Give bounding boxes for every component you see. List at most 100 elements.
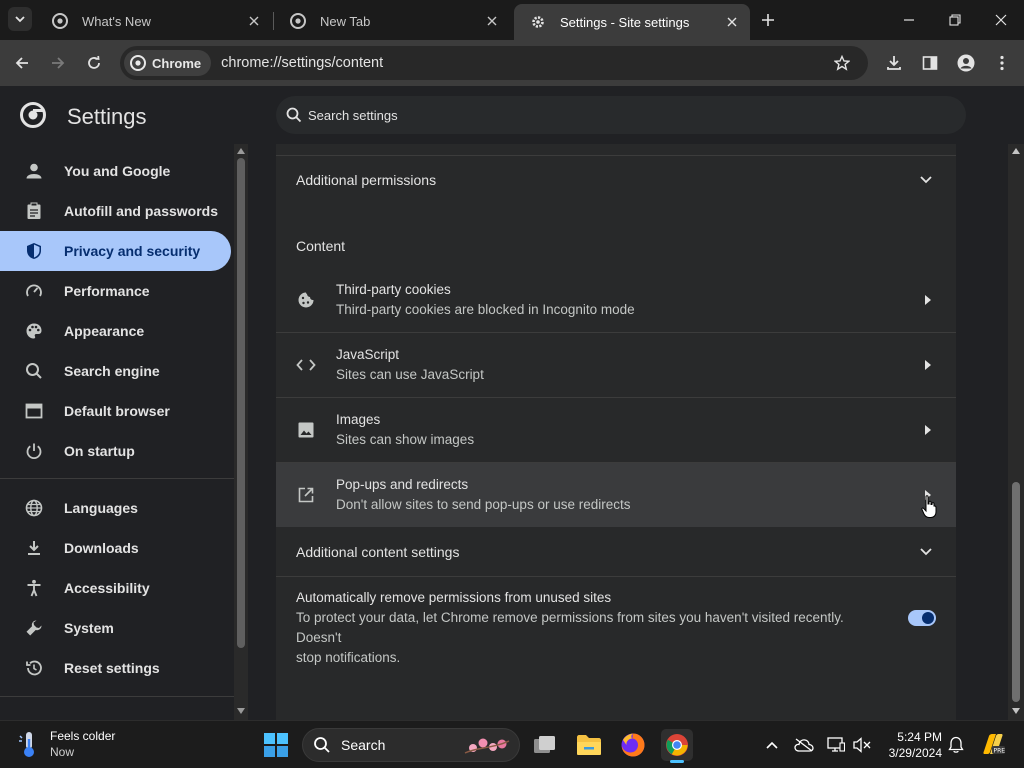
sidebar-item-performance[interactable]: Performance <box>0 271 231 311</box>
profile-button[interactable] <box>954 51 978 75</box>
sidebar-item-appearance[interactable]: Appearance <box>0 311 231 351</box>
close-tab-button[interactable] <box>244 11 264 31</box>
content-heading-row: Content <box>276 230 956 262</box>
display-tray-button[interactable] <box>826 735 846 755</box>
volume-tray-button[interactable] <box>853 735 873 755</box>
settings-sidebar: You and Google Autofill and passwords Pr… <box>0 144 234 720</box>
item-description: Sites can show images <box>336 432 475 447</box>
taskbar-search-label: Search <box>341 737 386 753</box>
sidebar-item-label: System <box>64 620 114 636</box>
chrome-logo-icon <box>290 13 306 29</box>
address-text: chrome://settings/content <box>221 55 384 71</box>
sidebar-item-system[interactable]: System <box>0 608 231 648</box>
tab-strip: What's New New Tab Settings - Site setti… <box>0 0 1024 40</box>
windows-start-button[interactable] <box>264 733 288 757</box>
firefox-button[interactable] <box>617 729 649 761</box>
task-view-icon <box>534 736 555 753</box>
sidebar-item-reset[interactable]: Reset settings <box>0 648 231 688</box>
sidebar-scrollbar[interactable] <box>234 144 248 720</box>
tab-settings[interactable]: Settings - Site settings <box>514 4 750 40</box>
additional-content-settings-row[interactable]: Additional content settings <box>276 528 956 576</box>
clipboard-icon <box>24 201 44 221</box>
weather-widget[interactable]: Feels colder Now <box>18 728 115 760</box>
close-icon <box>487 16 497 26</box>
minimize-button[interactable] <box>886 0 932 40</box>
show-hidden-icons-button[interactable] <box>762 735 782 755</box>
setting-description-line: stop notifications. <box>296 650 401 665</box>
new-tab-button[interactable] <box>757 9 779 31</box>
tab-title: New Tab <box>320 13 371 29</box>
chevron-down-icon <box>918 544 934 560</box>
file-explorer-button[interactable] <box>573 729 605 761</box>
search-input[interactable] <box>308 107 908 123</box>
side-panel-button[interactable] <box>918 51 942 75</box>
arrow-right-icon <box>922 359 934 371</box>
close-icon <box>995 14 1007 26</box>
sidebar-item-privacy[interactable]: Privacy and security <box>0 231 231 271</box>
close-tab-button[interactable] <box>722 12 742 32</box>
section-heading: Content <box>296 238 346 254</box>
onedrive-tray-button[interactable] <box>794 735 814 755</box>
cookie-icon <box>296 290 316 310</box>
system-clock[interactable]: 5:24 PM 3/29/2024 <box>880 729 942 761</box>
restore-button[interactable] <box>932 0 978 40</box>
main-scrollbar[interactable] <box>1008 144 1024 720</box>
close-window-button[interactable] <box>978 0 1024 40</box>
tab-new-tab[interactable]: New Tab <box>274 4 510 38</box>
omnibox[interactable]: Chrome chrome://settings/content <box>120 46 868 80</box>
active-app-indicator <box>670 760 684 763</box>
third-party-cookies-row[interactable]: Third-party cookies Third-party cookies … <box>276 268 956 332</box>
folder-icon <box>577 735 601 755</box>
minimize-icon <box>904 19 914 21</box>
site-info-chip[interactable]: Chrome <box>124 50 212 76</box>
sidebar-item-label: Accessibility <box>64 580 150 596</box>
close-icon <box>727 17 737 27</box>
downloads-button[interactable] <box>882 51 906 75</box>
clock-time: 5:24 PM <box>897 730 942 744</box>
javascript-row[interactable]: JavaScript Sites can use JavaScript <box>276 333 956 397</box>
close-tab-button[interactable] <box>482 11 502 31</box>
reload-button[interactable] <box>82 51 106 75</box>
row-divider <box>276 576 956 577</box>
taskbar-search[interactable]: Search <box>302 728 520 762</box>
clock-date: 3/29/2024 <box>888 746 942 760</box>
tab-search-button[interactable] <box>8 7 32 31</box>
chevron-down-icon <box>918 172 934 188</box>
main-scrollbar-thumb[interactable] <box>1012 482 1020 702</box>
scroll-up-arrow-icon <box>1012 148 1020 154</box>
images-row[interactable]: Images Sites can show images <box>276 398 956 462</box>
firefox-icon <box>621 733 645 757</box>
additional-permissions-row[interactable]: Additional permissions <box>276 156 956 204</box>
popups-redirects-row[interactable]: Pop-ups and redirects Don't allow sites … <box>276 463 956 527</box>
sidebar-item-label: Privacy and security <box>64 243 201 259</box>
notifications-button[interactable] <box>946 735 966 755</box>
chrome-taskbar-button[interactable] <box>661 729 693 763</box>
item-label: Third-party cookies <box>336 282 451 297</box>
forward-button[interactable] <box>46 51 70 75</box>
copilot-button[interactable]: PRE <box>980 731 1006 757</box>
sidebar-item-downloads[interactable]: Downloads <box>0 528 231 568</box>
sidebar-item-search-engine[interactable]: Search engine <box>0 351 231 391</box>
auto-remove-toggle[interactable] <box>908 610 936 626</box>
sidebar-item-label: Performance <box>64 283 150 299</box>
back-button[interactable] <box>10 51 34 75</box>
sidebar-item-languages[interactable]: Languages <box>0 488 231 528</box>
tab-title: Settings - Site settings <box>560 14 690 30</box>
sidebar-item-on-startup[interactable]: On startup <box>0 431 231 471</box>
sidebar-item-accessibility[interactable]: Accessibility <box>0 568 231 608</box>
search-icon <box>314 737 330 753</box>
sidebar-item-autofill[interactable]: Autofill and passwords <box>0 191 231 231</box>
sidebar-item-label: Appearance <box>64 323 145 339</box>
bookmark-star-button[interactable] <box>830 51 854 75</box>
task-view-button[interactable] <box>529 729 561 761</box>
sidebar-item-you-and-google[interactable]: You and Google <box>0 151 231 191</box>
person-icon <box>24 161 44 181</box>
hand-cursor-icon <box>921 495 937 518</box>
arrow-left-icon <box>15 57 28 69</box>
menu-button[interactable] <box>990 51 1014 75</box>
sidebar-scrollbar-thumb[interactable] <box>237 158 245 648</box>
settings-search[interactable] <box>276 96 966 134</box>
tab-whats-new[interactable]: What's New <box>36 4 272 38</box>
palette-icon <box>24 321 44 341</box>
sidebar-item-default-browser[interactable]: Default browser <box>0 391 231 431</box>
